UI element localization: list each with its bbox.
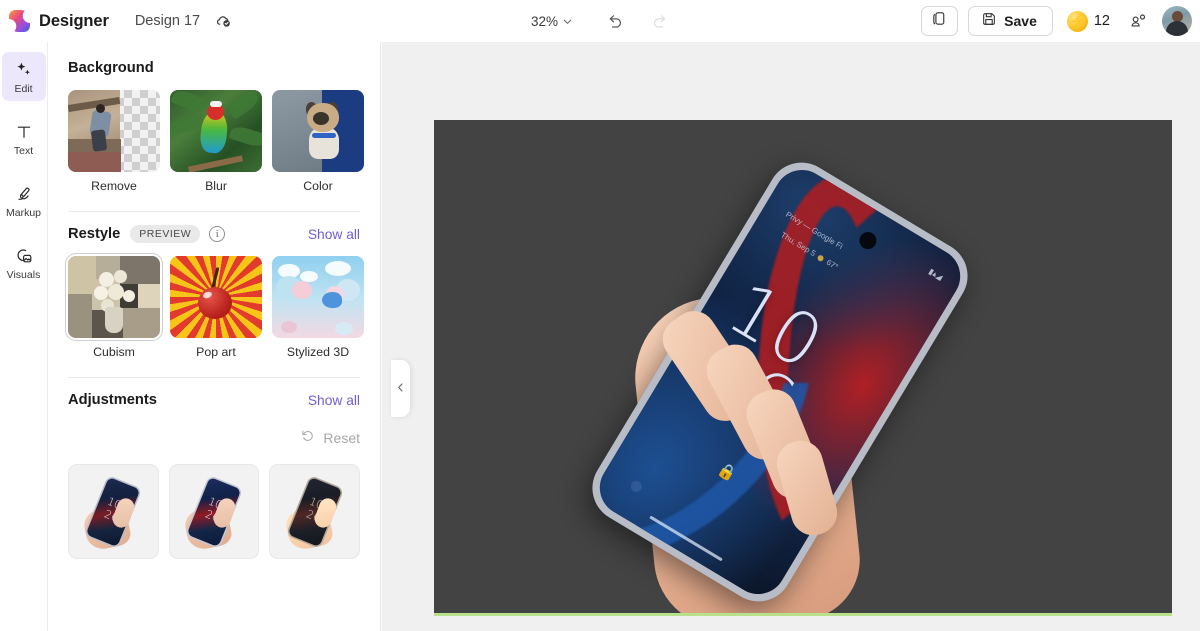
option-caption: Remove: [91, 179, 137, 193]
brand-group[interactable]: Designer Design 17: [0, 10, 232, 32]
artboard[interactable]: ▮▴◢ Privy — Google Fi Thu, Sep 5 67° 10 …: [434, 120, 1172, 615]
duplicate-pages-icon: [931, 10, 948, 32]
background-option-blur[interactable]: Blur: [170, 90, 262, 193]
cloud-check-icon: [216, 13, 232, 29]
save-button[interactable]: Save: [968, 6, 1053, 36]
adjustments-section: Adjustments Show all: [48, 378, 380, 422]
save-label: Save: [1004, 13, 1037, 29]
app-header: Designer Design 17 32% Save ⚡ 12: [0, 0, 1200, 42]
restyle-show-all-link[interactable]: Show all: [308, 227, 360, 242]
adjustments-show-all-link[interactable]: Show all: [308, 393, 360, 408]
sidebar-item-edit[interactable]: Edit: [1, 52, 46, 101]
section-title: Adjustments: [68, 392, 157, 408]
option-caption: Blur: [205, 179, 227, 193]
user-avatar[interactable]: [1162, 6, 1192, 36]
chevron-left-icon: [395, 380, 406, 398]
adjustment-preset-1[interactable]: 10 26: [68, 464, 159, 559]
visuals-image-icon: [14, 245, 34, 266]
thumbnail-art: [272, 90, 364, 172]
option-caption: Pop art: [196, 345, 236, 359]
restyle-option-stylized3d[interactable]: Stylized 3D: [272, 256, 364, 359]
document-title[interactable]: Design 17: [135, 13, 200, 29]
brand-name: Designer: [39, 11, 109, 30]
zoom-level-label: 32%: [531, 13, 559, 29]
background-section: Background Remove Blur Color: [48, 42, 380, 193]
undo-arrow-icon[interactable]: [600, 7, 628, 35]
thumbnail: [170, 256, 262, 338]
text-T-icon: [14, 121, 34, 142]
option-caption: Color: [303, 179, 333, 193]
background-option-color[interactable]: Color: [272, 90, 364, 193]
reset-label: Reset: [323, 430, 360, 446]
share-people-icon[interactable]: [1124, 7, 1152, 35]
redo-arrow-icon[interactable]: [646, 7, 674, 35]
preview-badge: PREVIEW: [130, 225, 201, 243]
sidebar-item-label: Markup: [5, 206, 41, 219]
credits-count: 12: [1093, 13, 1110, 29]
sidebar-item-visuals[interactable]: Visuals: [2, 238, 46, 287]
restyle-options: Cubism Pop art Stylized 3D: [68, 256, 364, 359]
restyle-option-cubism[interactable]: Cubism: [68, 256, 160, 359]
header-actions: Save ⚡ 12: [921, 0, 1192, 42]
thumbnail: [68, 256, 160, 338]
adjustment-presets: 10 26 10 26 10 26: [48, 464, 380, 559]
panel-collapse-handle[interactable]: [391, 360, 410, 417]
floppy-disk-icon: [981, 11, 997, 32]
chevron-down-icon[interactable]: [562, 16, 573, 27]
section-title: Background: [68, 60, 154, 76]
designer-logo-icon: [9, 10, 30, 32]
thumbnail-art: [68, 256, 160, 338]
info-circle-icon[interactable]: i: [209, 226, 226, 242]
restyle-section: Restyle PREVIEW i Show all Cubism Pop ar…: [48, 212, 380, 359]
left-rail: Edit Text Markup Visuals: [0, 42, 48, 631]
background-options: Remove Blur Color: [68, 90, 364, 193]
background-header: Background: [68, 46, 360, 90]
undo-redo-group: [600, 0, 674, 42]
sidebar-item-label: Visuals: [6, 268, 41, 281]
status-bar-icons: ▮▴◢: [927, 266, 945, 282]
restyle-option-popart[interactable]: Pop art: [170, 256, 262, 359]
credits-badge[interactable]: ⚡ 12: [1063, 10, 1114, 32]
option-caption: Cubism: [93, 345, 135, 359]
sidebar-item-label: Text: [13, 144, 34, 157]
thumbnail: [170, 90, 262, 172]
thumbnail: [272, 256, 364, 338]
zoom-control[interactable]: 32%: [531, 0, 573, 42]
duplicate-button[interactable]: [921, 6, 959, 36]
thumbnail-art: [170, 256, 262, 338]
pen-markup-icon: [14, 183, 34, 204]
restyle-header: Restyle PREVIEW i Show all: [68, 212, 360, 256]
sparkles-icon: [14, 59, 34, 80]
thumbnail: [272, 90, 364, 172]
sidebar-item-label: Edit: [14, 82, 33, 95]
adjustment-preset-2[interactable]: 10 26: [168, 464, 260, 559]
artboard-bottom-edge: [434, 613, 1172, 616]
weather-sun-icon: [816, 253, 826, 263]
adjustment-preset-3[interactable]: 10 26: [269, 464, 361, 559]
reset-arrow-icon: [300, 428, 316, 449]
thumbnail-art: [272, 256, 364, 338]
adjustments-header: Adjustments Show all: [68, 378, 360, 422]
canvas-area[interactable]: ▮▴◢ Privy — Google Fi Thu, Sep 5 67° 10 …: [382, 42, 1200, 631]
section-title: Restyle: [68, 226, 121, 242]
thumbnail-art: [68, 90, 160, 172]
lightning-coin-icon: ⚡: [1066, 10, 1088, 32]
option-caption: Stylized 3D: [286, 345, 350, 359]
thumbnail: [68, 90, 160, 172]
sidebar-item-markup[interactable]: Markup: [2, 176, 46, 225]
reset-control[interactable]: Reset: [48, 424, 380, 452]
edit-panel: Background Remove Blur Color Restyle PRE…: [48, 42, 381, 631]
avatar-body: [1166, 21, 1188, 36]
sidebar-item-text[interactable]: Text: [2, 114, 46, 163]
background-option-remove[interactable]: Remove: [68, 90, 160, 193]
thumbnail-art: [170, 90, 262, 172]
